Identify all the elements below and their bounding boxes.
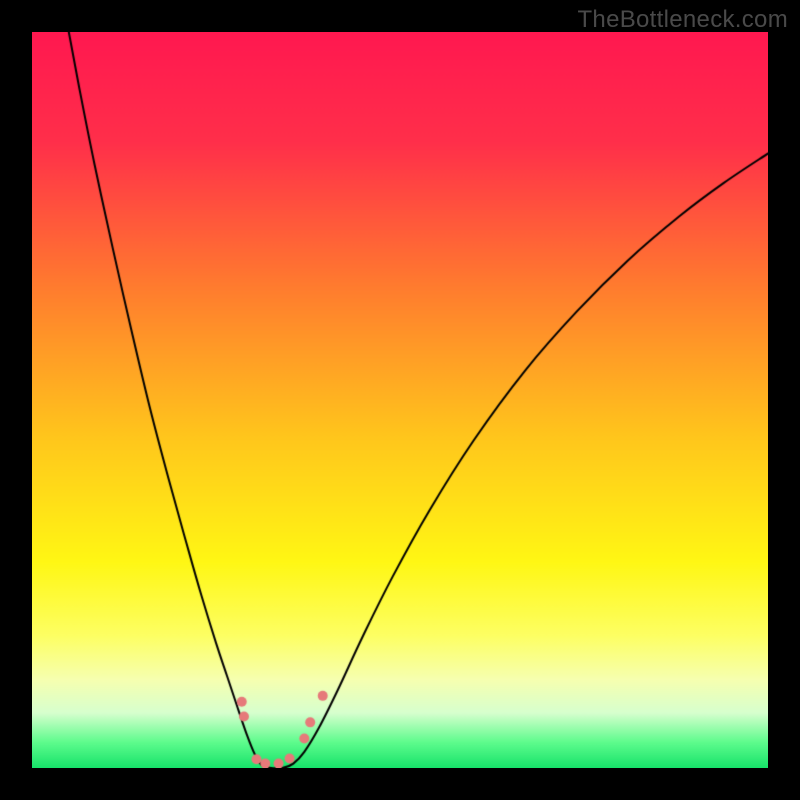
bottleneck-curve-chart [32, 32, 768, 768]
watermark-text: TheBottleneck.com [577, 6, 788, 34]
chart-frame [32, 32, 768, 768]
